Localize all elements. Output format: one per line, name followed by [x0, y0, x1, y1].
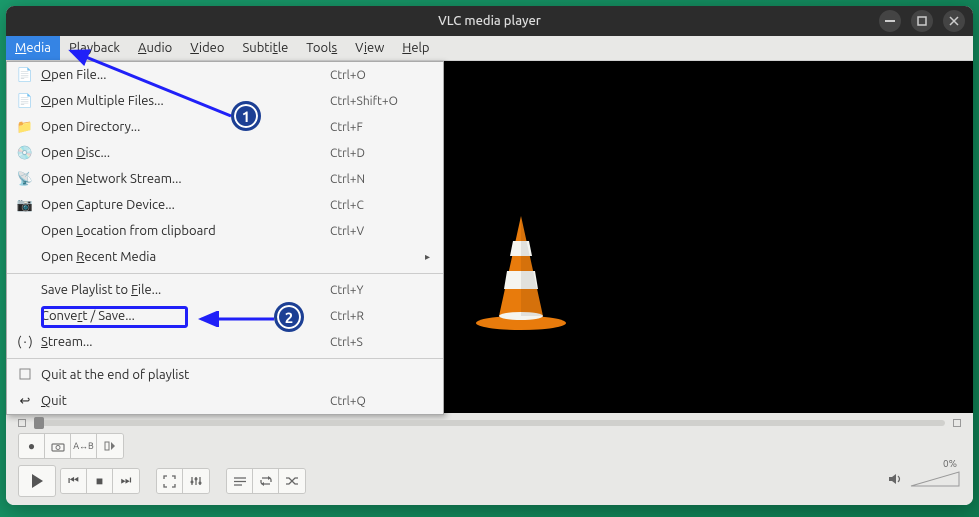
- menuitem-quit-end[interactable]: Quit at the end of playlist: [7, 362, 443, 388]
- menuitem-open-multiple[interactable]: 📄 Open Multiple Files... Ctrl+Shift+O: [7, 88, 443, 114]
- seek-track[interactable]: [34, 420, 945, 426]
- file-icon: 📄: [13, 68, 37, 83]
- menuitem-open-disc[interactable]: 💿 Open Disc... Ctrl+D: [7, 140, 443, 166]
- titlebar: VLC media player: [6, 6, 973, 36]
- play-button[interactable]: [18, 465, 56, 497]
- folder-icon: 📁: [13, 120, 37, 135]
- seek-start-icon: [18, 419, 26, 427]
- seek-bar[interactable]: [18, 419, 961, 427]
- menu-playback[interactable]: Playback: [60, 36, 129, 60]
- controls-panel: ● A↔B ⏮ ■ ⏭: [6, 413, 973, 505]
- shortcut: Ctrl+V: [330, 225, 425, 238]
- disc-icon: 💿: [13, 146, 37, 161]
- shortcut: Ctrl+Y: [330, 284, 425, 297]
- shortcut: Ctrl+Q: [330, 395, 425, 408]
- menuitem-quit[interactable]: ↩ Quit Ctrl+Q: [7, 388, 443, 414]
- menu-tools[interactable]: Tools: [297, 36, 346, 60]
- network-icon: 📡: [13, 172, 37, 187]
- menu-view[interactable]: View: [346, 36, 393, 60]
- menuitem-save-playlist[interactable]: Save Playlist to File... Ctrl+Y: [7, 277, 443, 303]
- shortcut: Ctrl+S: [330, 336, 425, 349]
- shortcut: Ctrl+Shift+O: [330, 95, 425, 108]
- menu-subtitle[interactable]: Subtitle: [233, 36, 297, 60]
- separator: [7, 358, 443, 359]
- loop-button[interactable]: [253, 469, 279, 493]
- atob-loop-button[interactable]: A↔B: [71, 434, 97, 458]
- menuitem-open-clipboard[interactable]: Open Location from clipboard Ctrl+V: [7, 218, 443, 244]
- ext-settings-button[interactable]: [183, 469, 209, 493]
- window-title: VLC media player: [438, 14, 541, 28]
- submenu-arrow-icon: ▸: [425, 251, 443, 263]
- menuitem-open-recent[interactable]: Open Recent Media ▸: [7, 244, 443, 270]
- seek-end-icon: [953, 419, 961, 427]
- menu-help[interactable]: Help: [393, 36, 438, 60]
- speaker-icon: [887, 472, 903, 490]
- quit-icon: ↩: [13, 394, 37, 409]
- record-button[interactable]: ●: [19, 434, 45, 458]
- app-window: VLC media player Media Playback Audio Vi…: [6, 6, 973, 505]
- snapshot-button[interactable]: [45, 434, 71, 458]
- next-button[interactable]: ⏭: [113, 469, 139, 493]
- shortcut: Ctrl+R: [330, 310, 425, 323]
- menuitem-open-capture[interactable]: 📷 Open Capture Device... Ctrl+C: [7, 192, 443, 218]
- volume-control[interactable]: 0%: [887, 468, 961, 494]
- menuitem-stream[interactable]: (∙) Stream... Ctrl+S: [7, 329, 443, 355]
- shortcut: Ctrl+D: [330, 147, 425, 160]
- menu-video[interactable]: Video: [181, 36, 233, 60]
- shuffle-button[interactable]: [279, 469, 305, 493]
- vlc-logo-icon: [466, 211, 576, 331]
- record-group: ● A↔B: [18, 433, 124, 459]
- playlist-button[interactable]: [227, 469, 253, 493]
- file-icon: 📄: [13, 94, 37, 109]
- annotation-box: [41, 306, 188, 328]
- media-dropdown: 📄 Open File... Ctrl+O 📄 Open Multiple Fi…: [6, 61, 444, 415]
- menu-audio[interactable]: Audio: [129, 36, 181, 60]
- fullscreen-button[interactable]: [157, 469, 183, 493]
- stop-button[interactable]: ■: [87, 469, 113, 493]
- menu-media[interactable]: Media: [6, 36, 60, 60]
- shortcut: Ctrl+F: [330, 121, 425, 134]
- close-button[interactable]: [943, 10, 965, 32]
- shortcut: Ctrl+N: [330, 173, 425, 186]
- previous-button[interactable]: ⏮: [61, 469, 87, 493]
- shortcut: Ctrl+O: [330, 69, 425, 82]
- window-controls: [879, 10, 965, 32]
- capture-icon: 📷: [13, 198, 37, 213]
- frame-step-button[interactable]: [97, 434, 123, 458]
- shortcut: Ctrl+C: [330, 199, 425, 212]
- checkbox-icon: [13, 368, 37, 383]
- minimize-button[interactable]: [879, 10, 901, 32]
- menubar: Media Playback Audio Video Subtitle Tool…: [6, 36, 973, 61]
- seek-handle[interactable]: [34, 417, 44, 429]
- menuitem-open-network[interactable]: 📡 Open Network Stream... Ctrl+N: [7, 166, 443, 192]
- stream-icon: (∙): [13, 335, 37, 349]
- volume-slider[interactable]: [909, 468, 961, 490]
- separator: [7, 273, 443, 274]
- maximize-button[interactable]: [911, 10, 933, 32]
- menuitem-open-file[interactable]: 📄 Open File... Ctrl+O: [7, 62, 443, 88]
- video-area: 📄 Open File... Ctrl+O 📄 Open Multiple Fi…: [6, 61, 973, 413]
- menuitem-open-directory[interactable]: 📁 Open Directory... Ctrl+F: [7, 114, 443, 140]
